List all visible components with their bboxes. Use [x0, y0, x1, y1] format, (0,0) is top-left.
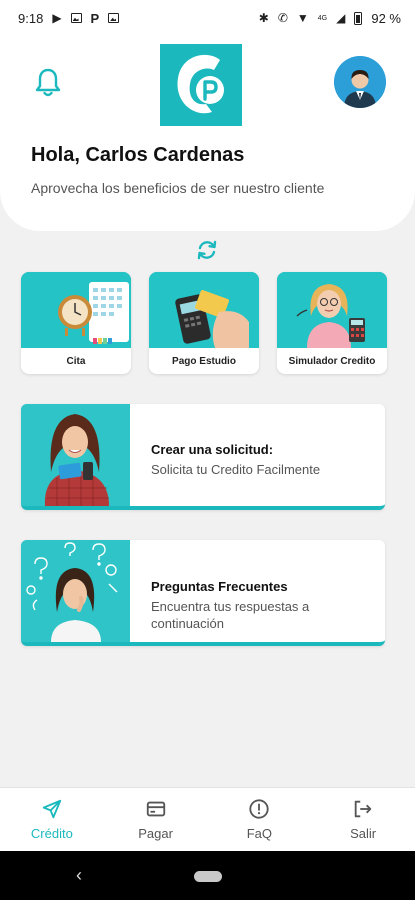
card-image	[21, 540, 130, 642]
card-subtitle: Solicita tu Credito Facilmente	[151, 462, 321, 477]
battery-icon	[354, 11, 363, 25]
status-time: 9:18	[18, 10, 44, 26]
brand-logo	[160, 44, 242, 126]
calculator-person-icon	[277, 272, 387, 348]
call-icon: ✆	[277, 11, 288, 25]
nav-faq[interactable]: FaQ	[208, 788, 312, 851]
nav-credito[interactable]: Crédito	[0, 788, 104, 851]
home-pill-icon[interactable]	[194, 871, 222, 882]
tile-label: Cita	[66, 355, 86, 367]
logout-icon	[354, 800, 372, 818]
greeting-subtitle: Aprovecha los beneficios de ser nuestro …	[31, 180, 325, 196]
nav-label: Salir	[350, 826, 377, 841]
nav-label: FaQ	[246, 826, 273, 841]
signal-label: 4G	[317, 14, 328, 22]
send-icon	[42, 799, 62, 819]
profile-avatar[interactable]	[334, 56, 386, 108]
battery-percent: 92 %	[371, 10, 401, 26]
tile-label: Pago Estudio	[172, 355, 236, 367]
nav-label: Pagar	[138, 826, 173, 841]
card-terminal-icon	[149, 272, 259, 348]
tile-simulador-credito[interactable]: Simulador Credito	[277, 272, 387, 374]
bell-icon	[35, 68, 61, 97]
image-icon	[70, 13, 82, 23]
nav-salir[interactable]: Salir	[311, 788, 415, 851]
greeting-title: Hola, Carlos Cardenas	[31, 144, 245, 166]
signal-icon: ◢	[336, 11, 346, 25]
bottom-navigation: Crédito Pagar FaQ Salir	[0, 787, 415, 851]
tile-label: Simulador Credito	[288, 355, 376, 367]
refresh-button[interactable]	[195, 238, 219, 262]
alert-icon	[249, 799, 269, 819]
card-image	[21, 404, 130, 506]
tile-image	[21, 272, 131, 348]
nav-pagar[interactable]: Pagar	[104, 788, 208, 851]
status-bar: 9:18 ▶ P ✱ ✆ ▼ 4G ◢ 92 %	[0, 0, 415, 36]
nav-label: Crédito	[30, 826, 73, 841]
play-icon: ▶	[52, 11, 62, 25]
tile-cita[interactable]: Cita	[21, 272, 131, 374]
gallery-icon	[108, 13, 120, 23]
card-crear-solicitud[interactable]: Crear una solicitud: Solicita tu Credito…	[21, 404, 385, 510]
card-preguntas-frecuentes[interactable]: Preguntas Frecuentes Encuentra tus respu…	[21, 540, 385, 646]
woman-card-icon	[21, 404, 130, 506]
back-icon[interactable]: ‹	[76, 865, 82, 886]
header-card: Hola, Carlos Cardenas Aprovecha los bene…	[0, 36, 415, 231]
tile-image	[149, 272, 259, 348]
logo-mark-icon	[177, 54, 224, 114]
system-navigation-bar: ‹	[0, 851, 415, 900]
card-icon	[146, 801, 165, 817]
tile-pago-estudio[interactable]: Pago Estudio	[149, 272, 259, 374]
tile-image	[277, 272, 387, 348]
card-title: Crear una solicitud:	[151, 442, 274, 457]
parking-icon: P	[90, 10, 100, 26]
calendar-clock-icon	[21, 272, 131, 348]
thinking-woman-icon	[21, 540, 130, 642]
card-title: Preguntas Frecuentes	[151, 579, 288, 594]
refresh-icon	[197, 240, 217, 260]
user-avatar-icon	[334, 56, 386, 108]
card-subtitle: Encuentra tus respuestas a continuación	[151, 599, 310, 631]
bluetooth-icon: ✱	[258, 11, 269, 25]
wifi-icon: ▼	[296, 11, 309, 25]
notifications-button[interactable]	[33, 66, 63, 98]
